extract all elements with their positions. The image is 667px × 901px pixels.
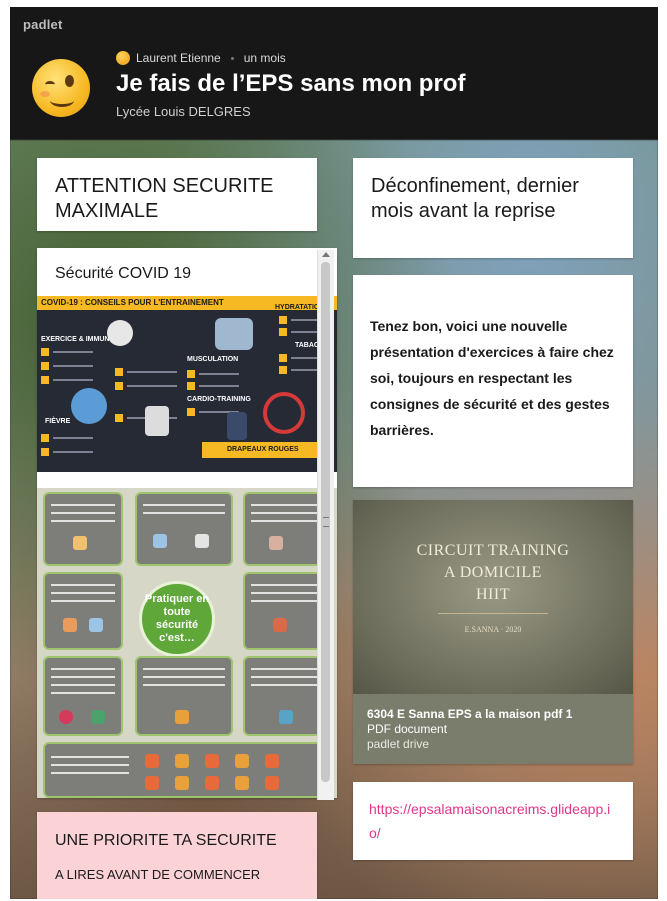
doctor-illustration-icon [215, 318, 253, 350]
infographic-label: TABAC [295, 342, 319, 349]
post-link[interactable]: https://epsalamaisonacreims.glideapp.io/ [353, 782, 633, 860]
padlet-logo[interactable]: padlet [23, 17, 62, 32]
winking-emoji-icon [32, 59, 90, 117]
post-time: un mois [243, 51, 286, 65]
attachment-name: 6304 E Sanna EPS a la maison pdf 1 [367, 707, 573, 721]
infographic-label: FIÈVRE [45, 418, 71, 425]
padlet-header: padlet Laurent Etienne un mois Je fais d… [10, 7, 658, 140]
attachment-type: PDF document [367, 722, 448, 736]
section-title-left: ATTENTION SECURITE MAXIMALE [55, 175, 274, 222]
section-title-right: Déconfinement, dernier mois avant la rep… [371, 175, 579, 222]
post-attachment-pdf[interactable]: CIRCUIT TRAINING A DOMICILE HIIT E.SANNA… [353, 500, 633, 764]
slide-line: HIIT [476, 586, 510, 603]
post-message[interactable]: Tenez bon, voici une nouvelle présentati… [353, 275, 633, 487]
slide-line: A DOMICILE [444, 564, 542, 581]
post-body: Tenez bon, voici une nouvelle présentati… [370, 318, 614, 438]
slide-line: CIRCUIT TRAINING [416, 542, 570, 559]
link-url[interactable]: https://epsalamaisonacreims.glideapp.io/ [369, 797, 617, 845]
section-header-right: Déconfinement, dernier mois avant la rep… [353, 158, 633, 258]
attachment-source: padlet drive [367, 737, 430, 751]
infographic-label: CARDIO-TRAINING [187, 396, 251, 403]
post-covid-safety[interactable]: Sécurité COVID 19 COVID-19 : CONSEILS PO… [37, 248, 337, 798]
scroll-up-icon[interactable] [322, 252, 330, 257]
post-title: UNE PRIORITE TA SECURITE [55, 832, 277, 849]
slide-author: E.SANNA · 2020 [464, 625, 522, 634]
thermometer-illustration-icon [71, 388, 107, 424]
police-illustration-icon [227, 412, 247, 440]
covid-training-infographic[interactable]: COVID-19 : CONSEILS POUR L'ENTRAINEMENT … [37, 296, 337, 472]
grip-icon [323, 517, 329, 527]
padlet-frame: padlet Laurent Etienne un mois Je fais d… [10, 7, 658, 899]
infographic-label: DRAPEAUX ROUGES [227, 446, 299, 453]
section-header-left: ATTENTION SECURITE MAXIMALE [37, 158, 317, 231]
author-name[interactable]: Laurent Etienne [136, 51, 221, 65]
attachment-info: 6304 E Sanna EPS a la maison pdf 1 PDF d… [367, 707, 572, 752]
infographic-label: MUSCULATION [187, 356, 239, 363]
post-subtitle: A LIRES AVANT DE COMMENCER [55, 867, 261, 882]
fitness-illustration-icon [145, 406, 169, 436]
safety-practice-infographic[interactable]: Pratiquer en toute sécurité c'est… [37, 488, 337, 798]
figure-illustration-icon [107, 320, 133, 346]
post-priority[interactable]: UNE PRIORITE TA SECURITE A LIRES AVANT D… [37, 812, 317, 899]
page-title: Je fais de l’EPS sans mon prof [116, 70, 466, 97]
post-scrollbar[interactable] [317, 250, 334, 800]
pdf-preview[interactable]: CIRCUIT TRAINING A DOMICILE HIIT E.SANNA… [353, 500, 633, 694]
author-avatar[interactable] [116, 51, 130, 65]
post-title: Sécurité COVID 19 [55, 265, 192, 282]
page-subtitle: Lycée Louis DELGRES [116, 104, 251, 119]
author-meta: Laurent Etienne un mois [116, 51, 286, 65]
infographic-banner: COVID-19 : CONSEILS POUR L'ENTRAINEMENT [41, 298, 224, 307]
center-slogan: Pratiquer en toute sécurité c'est… [139, 581, 215, 657]
divider [438, 613, 548, 614]
separator-dot-icon [230, 56, 234, 60]
no-smoking-icon [263, 392, 305, 434]
